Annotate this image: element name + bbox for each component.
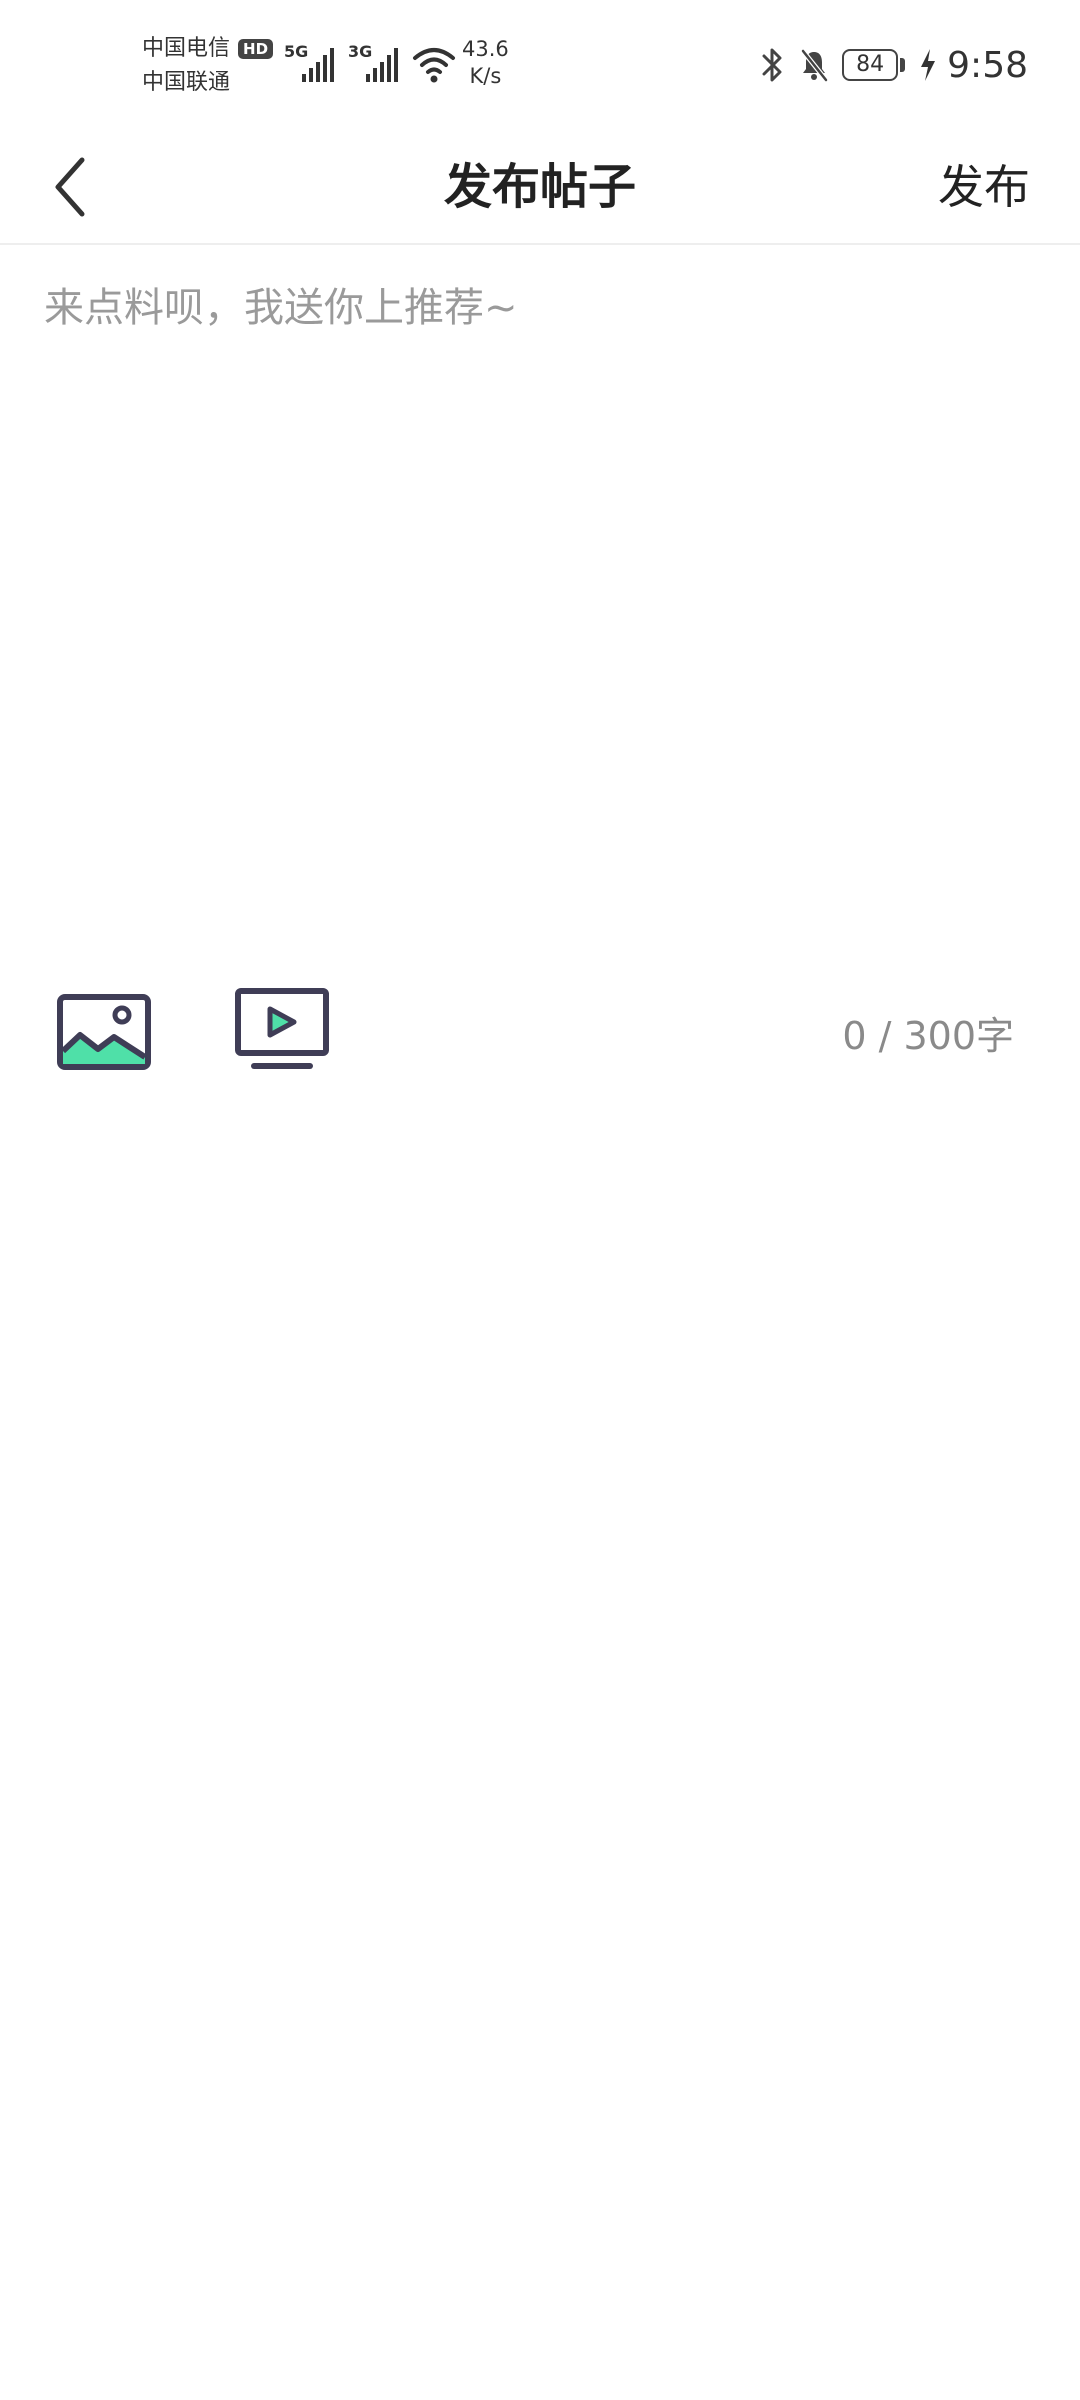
carrier-info: 中国电信 HD 中国联通 (142, 32, 274, 100)
add-video-button[interactable] (234, 987, 330, 1073)
signal-5g-icon: 5G (284, 42, 344, 82)
video-icon (235, 988, 329, 1069)
bell-muted-icon (801, 49, 829, 82)
nav-bar: 发布帖子 发布 (0, 130, 1080, 245)
battery-icon: 84 (842, 49, 906, 81)
battery-level: 84 (842, 49, 899, 81)
network-speed: 43.6 K/s (462, 36, 509, 90)
add-image-button[interactable] (56, 989, 152, 1073)
carrier-2-label: 中国联通 (142, 70, 231, 95)
status-time: 9:58 (947, 44, 1028, 86)
post-screen: 中国电信 HD 中国联通 5G 3G 43.6 K/s 84 9:58 发布帖子… (0, 0, 1080, 2400)
speed-value: 43.6 (462, 37, 509, 61)
page-title: 发布帖子 (443, 159, 636, 215)
speed-unit: K/s (469, 64, 502, 88)
wifi-icon (413, 48, 455, 83)
status-right: 84 9:58 (758, 40, 1028, 90)
charging-icon (921, 49, 936, 81)
bluetooth-icon (762, 48, 782, 82)
hd-badge: HD (238, 39, 274, 59)
signal-3g-icon: 3G (348, 42, 408, 82)
image-icon (57, 994, 151, 1070)
media-toolbar: 0 / 300字 (0, 975, 1080, 1095)
status-bar: 中国电信 HD 中国联通 5G 3G 43.6 K/s 84 9:58 (0, 0, 1080, 130)
char-counter: 0 / 300字 (842, 1014, 1014, 1058)
post-content-input[interactable] (44, 280, 1036, 930)
publish-button[interactable]: 发布 (938, 130, 1030, 245)
carrier-1-label: 中国电信 (142, 36, 231, 61)
